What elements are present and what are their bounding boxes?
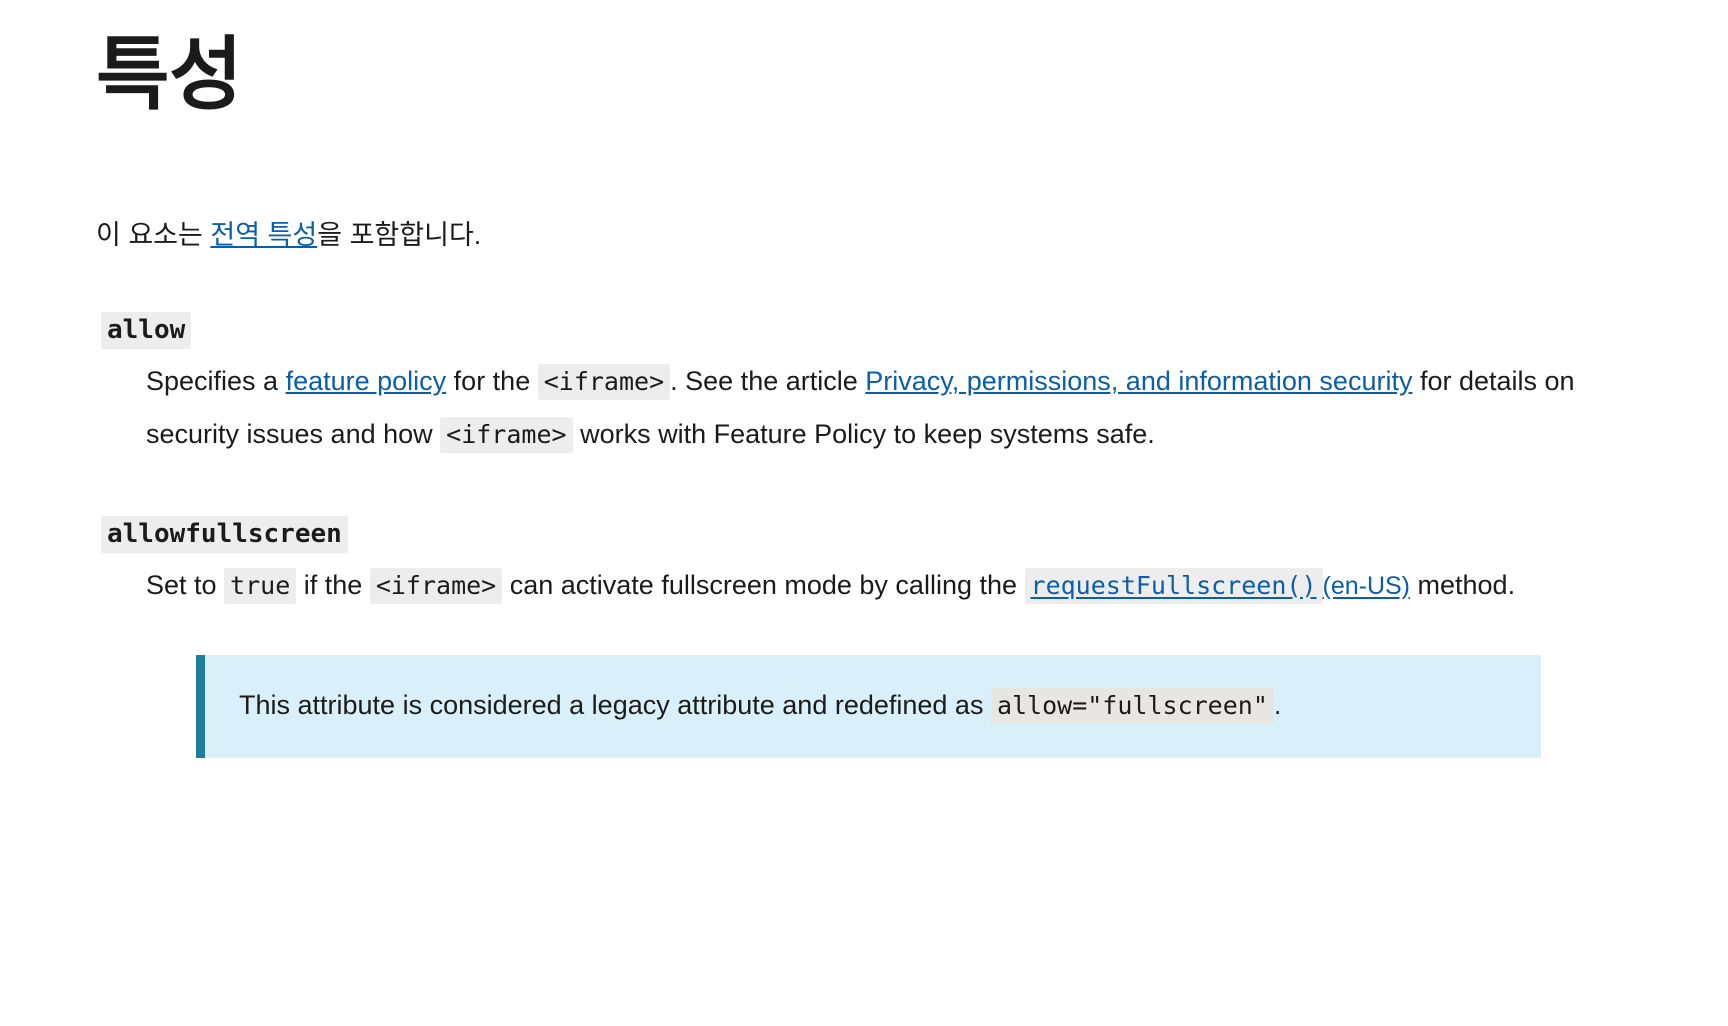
attribute-term-allow: allow	[101, 315, 1632, 345]
intro-text-before: 이 요소는	[96, 220, 210, 250]
attributes-definition-list: allow Specifies a feature policy for the…	[96, 315, 1632, 757]
request-fullscreen-link[interactable]: requestFullscreen()(en-US)	[1025, 570, 1411, 600]
page-title: 특성	[96, 24, 1632, 122]
allow-text-1: Specifies a	[146, 366, 286, 396]
intro-paragraph: 이 요소는 전역 특성을 포함합니다.	[96, 214, 1632, 258]
note-text-2: .	[1274, 690, 1282, 720]
allowfullscreen-text-1: Set to	[146, 570, 224, 600]
attribute-name-allowfullscreen: allowfullscreen	[101, 516, 348, 553]
document-page: 특성 이 요소는 전역 특성을 포함합니다. allow Specifies a…	[0, 0, 1728, 1026]
true-code: true	[224, 568, 296, 604]
request-fullscreen-code: requestFullscreen()	[1025, 568, 1323, 604]
allowfullscreen-text-2: if the	[296, 570, 370, 600]
attribute-name-allow: allow	[101, 312, 191, 349]
attribute-description-allowfullscreen: Set to true if the <iframe> can activate…	[146, 559, 1632, 758]
allow-text-5: works with Feature Policy to keep system…	[573, 419, 1155, 449]
intro-text-after: 을 포함합니다.	[317, 220, 481, 250]
attribute-term-allowfullscreen: allowfullscreen	[101, 519, 1632, 549]
allow-text-2: for the	[446, 366, 538, 396]
iframe-code-3: <iframe>	[370, 568, 502, 604]
global-attributes-link[interactable]: 전역 특성	[210, 220, 317, 250]
allowfullscreen-text-3: can activate fullscreen mode by calling …	[502, 570, 1024, 600]
allow-fullscreen-code: allow="fullscreen"	[991, 688, 1274, 724]
privacy-permissions-security-link[interactable]: Privacy, permissions, and information se…	[865, 366, 1412, 396]
note-paragraph: This attribute is considered a legacy at…	[239, 685, 1507, 726]
iframe-code-1: <iframe>	[538, 364, 670, 400]
request-fullscreen-locale-suffix: (en-US)	[1323, 572, 1411, 600]
note-text-1: This attribute is considered a legacy at…	[239, 690, 991, 720]
attribute-description-allow: Specifies a feature policy for the <ifra…	[146, 355, 1632, 460]
iframe-code-2: <iframe>	[440, 417, 572, 453]
allowfullscreen-text-4: method.	[1410, 570, 1515, 600]
feature-policy-link[interactable]: feature policy	[286, 366, 447, 396]
allow-text-3: . See the article	[670, 366, 865, 396]
legacy-attribute-note: This attribute is considered a legacy at…	[196, 655, 1541, 758]
